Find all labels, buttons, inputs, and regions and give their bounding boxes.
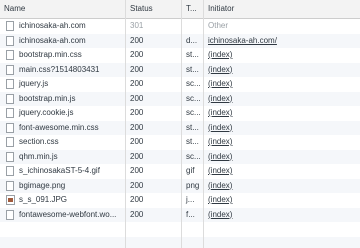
- empty-row: [0, 222, 360, 237]
- request-row[interactable]: section.css 200 st... (index): [0, 135, 360, 150]
- request-row[interactable]: bootstrap.min.js 200 sc... (index): [0, 91, 360, 107]
- request-name[interactable]: font-awesome.min.css: [0, 121, 126, 136]
- request-status: 200: [130, 35, 144, 45]
- request-type: d...: [186, 35, 198, 45]
- request-status: 200: [130, 166, 144, 175]
- request-initiator: Other: [208, 21, 229, 30]
- request-type: j...: [186, 195, 195, 204]
- request-initiator-link[interactable]: (index): [204, 77, 360, 92]
- column-divider[interactable]: [203, 0, 204, 248]
- request-status: 200: [130, 137, 144, 146]
- request-initiator-link[interactable]: (index): [204, 179, 360, 194]
- request-type: gif: [186, 166, 195, 175]
- request-row[interactable]: main.css?1514803431 200 st... (index): [0, 62, 360, 78]
- request-name[interactable]: ichinosaka-ah.com: [0, 19, 126, 34]
- request-row[interactable]: ichinosaka-ah.com 200 d... ichinosaka-ah.co…: [0, 33, 360, 49]
- request-status: 200: [130, 64, 144, 74]
- request-initiator-link[interactable]: (index): [204, 63, 360, 78]
- request-row[interactable]: ichinosaka-ah.com 301 Other: [0, 19, 360, 34]
- column-header-type[interactable]: T...: [182, 0, 204, 18]
- request-initiator-link[interactable]: ichinosaka-ah.com/: [204, 34, 360, 49]
- request-type: st...: [186, 64, 199, 74]
- request-name[interactable]: bgimage.png: [0, 179, 126, 194]
- request-type: png: [186, 180, 200, 190]
- request-type: st...: [186, 137, 199, 146]
- request-name[interactable]: section.css: [0, 135, 126, 150]
- request-row[interactable]: s_s_091.JPG 200 j... (index): [0, 193, 360, 208]
- request-row[interactable]: s_ichinosakaST-5-4.gif 200 gif (index): [0, 164, 360, 179]
- request-name[interactable]: fontawesome-webfont.wo...: [0, 208, 126, 223]
- request-type: st...: [186, 50, 199, 59]
- network-table-header: Name Status T... Initiator: [0, 0, 360, 19]
- request-name[interactable]: ichinosaka-ah.com: [0, 34, 126, 49]
- request-name[interactable]: bootstrap.min.css: [0, 48, 126, 63]
- request-name[interactable]: qhm.min.js: [0, 150, 126, 165]
- request-status: 200: [130, 195, 144, 204]
- request-type: sc...: [186, 93, 201, 103]
- request-initiator-link[interactable]: (index): [204, 193, 360, 208]
- request-status: 200: [130, 108, 144, 117]
- column-header-status[interactable]: Status: [126, 0, 182, 18]
- request-name[interactable]: jquery.cookie.js: [0, 106, 126, 121]
- request-initiator-link[interactable]: (index): [204, 121, 360, 136]
- column-divider[interactable]: [181, 0, 182, 248]
- request-type: sc...: [186, 151, 201, 161]
- request-row[interactable]: fontawesome-webfont.wo... 200 f... (index): [0, 207, 360, 223]
- request-initiator-link[interactable]: (index): [204, 106, 360, 121]
- request-row[interactable]: font-awesome.min.css 200 st... (index): [0, 120, 360, 136]
- request-name[interactable]: s_s_091.JPG: [0, 193, 126, 208]
- network-panel: Name Status T... Initiator ichinosaka-ah…: [0, 0, 360, 248]
- column-header-name[interactable]: Name: [0, 0, 126, 18]
- request-status: 200: [130, 151, 144, 161]
- request-status: 200: [130, 209, 144, 219]
- request-name[interactable]: s_ichinosakaST-5-4.gif: [0, 164, 126, 179]
- request-status: 200: [130, 93, 144, 103]
- request-initiator-link[interactable]: (index): [204, 150, 360, 165]
- request-name[interactable]: bootstrap.min.js: [0, 92, 126, 107]
- request-initiator-link[interactable]: (index): [204, 92, 360, 107]
- empty-row: [0, 236, 360, 248]
- request-row[interactable]: qhm.min.js 200 sc... (index): [0, 149, 360, 165]
- column-divider[interactable]: [125, 0, 126, 248]
- request-row[interactable]: bootstrap.min.css 200 st... (index): [0, 48, 360, 63]
- column-header-initiator[interactable]: Initiator: [204, 0, 360, 18]
- request-type: sc...: [186, 108, 201, 117]
- request-status: 200: [130, 180, 144, 190]
- request-initiator-link[interactable]: (index): [204, 48, 360, 63]
- request-name[interactable]: main.css?1514803431: [0, 63, 126, 78]
- request-row[interactable]: jquery.js 200 sc... (index): [0, 77, 360, 92]
- request-row[interactable]: bgimage.png 200 png (index): [0, 178, 360, 194]
- request-initiator-link[interactable]: (index): [204, 164, 360, 179]
- request-type: sc...: [186, 79, 201, 88]
- request-list: ichinosaka-ah.com 301 Other ichinosaka-ah.c…: [0, 19, 360, 222]
- request-status: 301: [130, 21, 144, 30]
- request-status: 200: [130, 122, 144, 132]
- request-status: 200: [130, 79, 144, 88]
- request-type: f...: [186, 209, 195, 219]
- request-name[interactable]: jquery.js: [0, 77, 126, 92]
- request-initiator-link[interactable]: (index): [204, 135, 360, 150]
- request-type: st...: [186, 122, 199, 132]
- request-status: 200: [130, 50, 144, 59]
- request-row[interactable]: jquery.cookie.js 200 sc... (index): [0, 106, 360, 121]
- request-type: [182, 19, 204, 34]
- request-initiator-link[interactable]: (index): [204, 208, 360, 223]
